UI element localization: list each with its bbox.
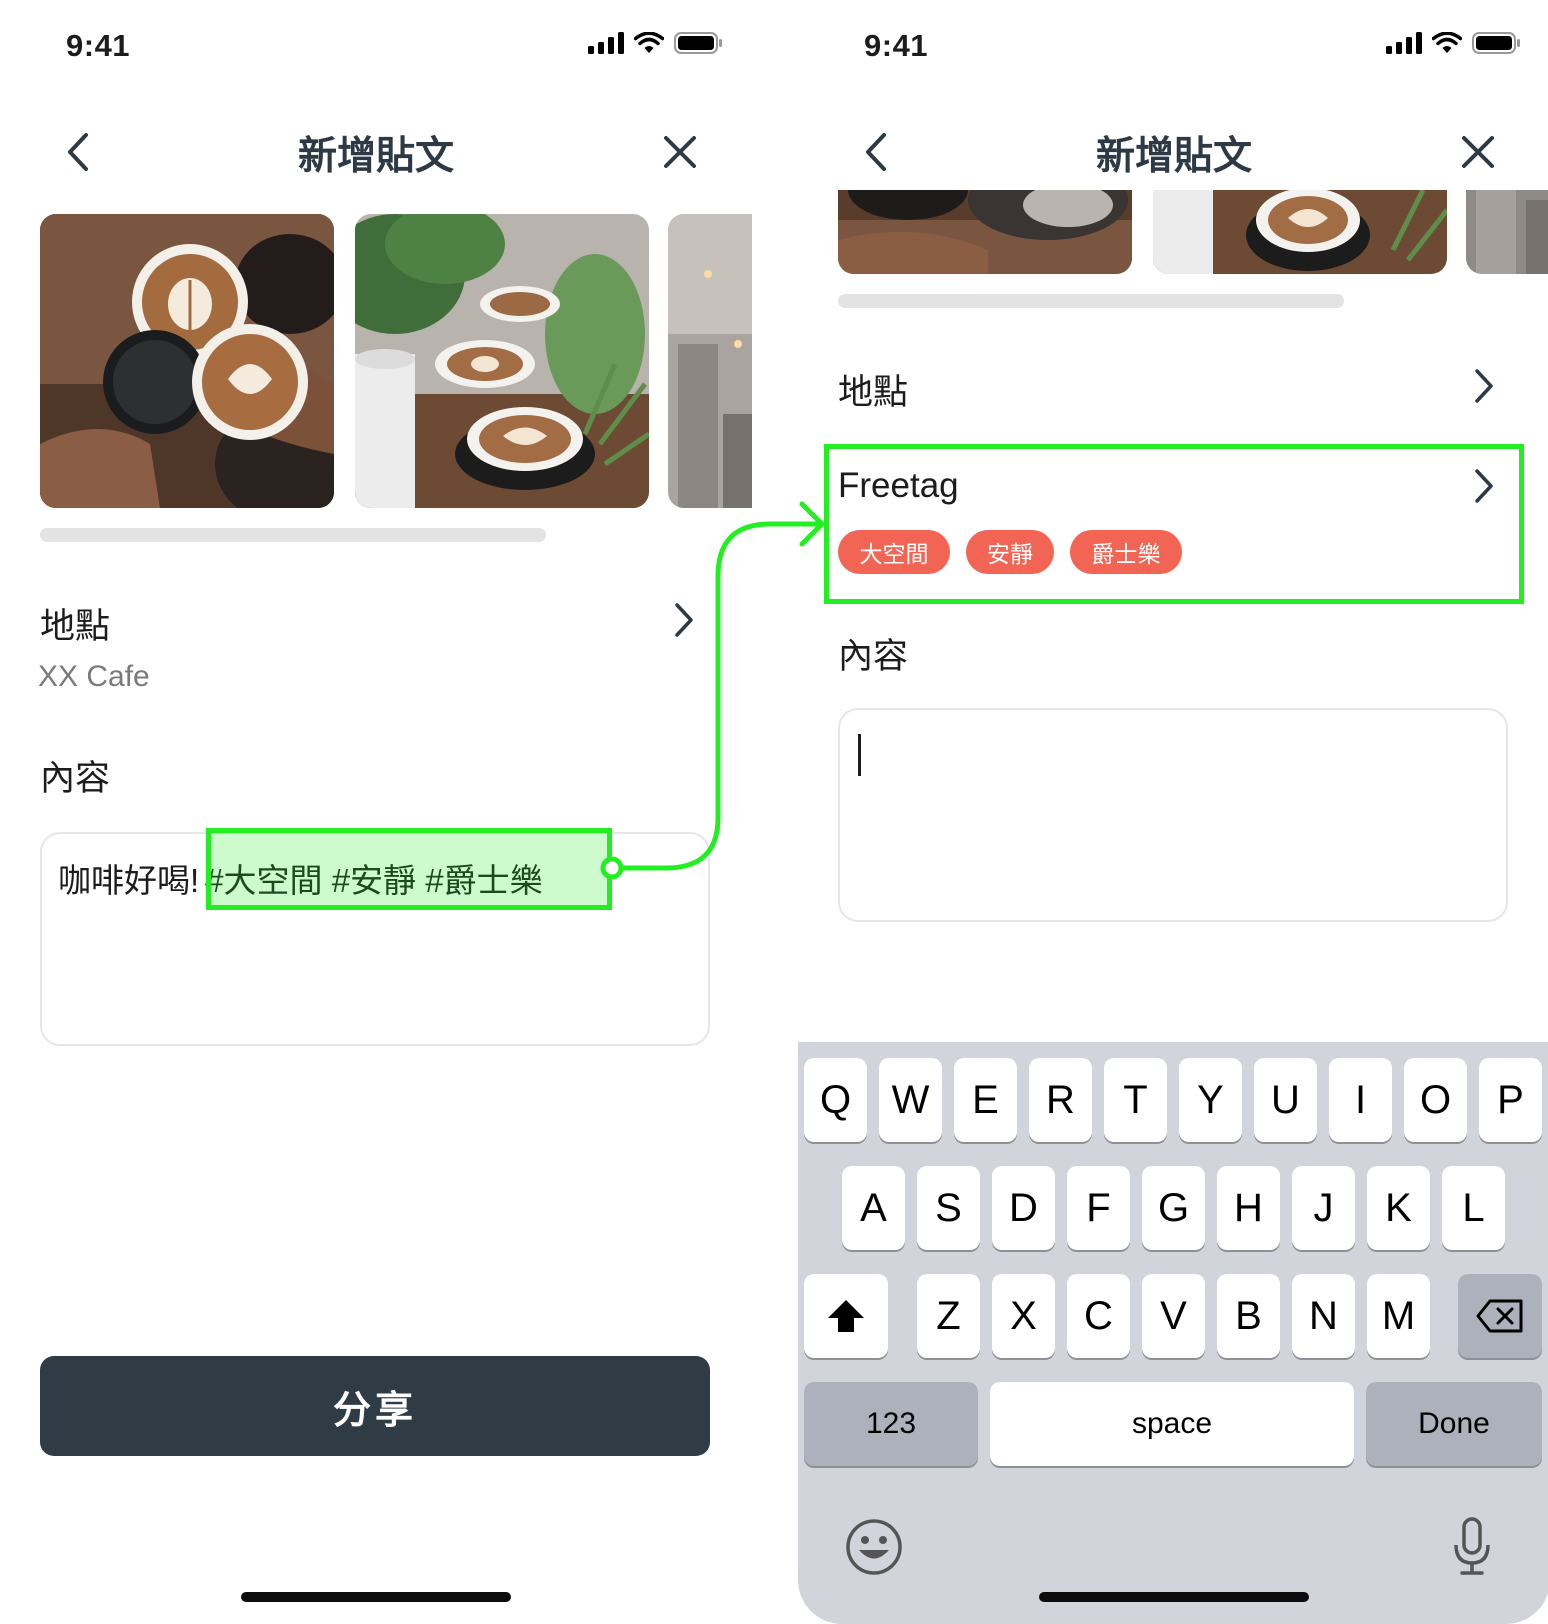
connector-arrow: [600, 501, 825, 880]
canvas: 9:41 新增貼文 地點 XX Cafe 內容 咖啡好喝! #大空間 #安靜 #…: [0, 0, 1548, 1624]
